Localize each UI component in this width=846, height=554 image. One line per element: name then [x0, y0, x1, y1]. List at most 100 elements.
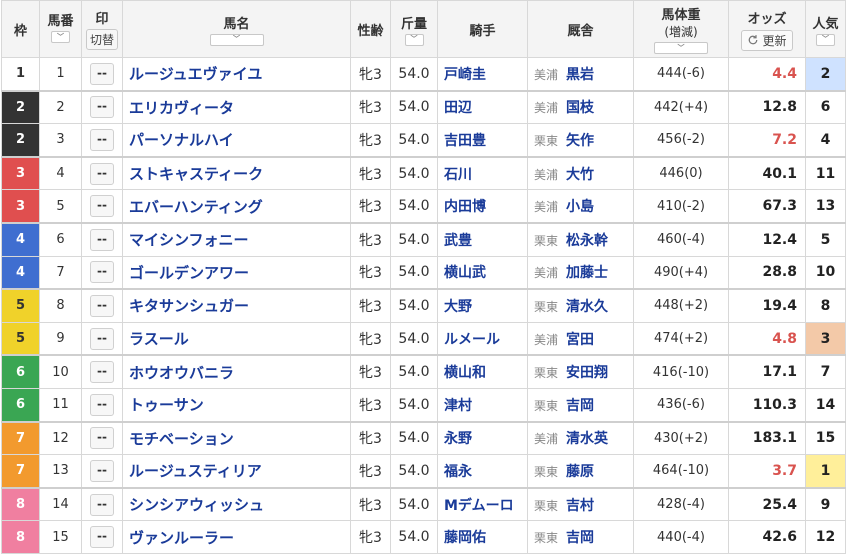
- horse-cell: マイシンフォニー: [122, 221, 351, 257]
- popularity-cell: 13: [805, 189, 846, 224]
- header-body-weight-label: 馬体重: [661, 8, 701, 23]
- trainer-link[interactable]: 黒岩: [566, 67, 594, 83]
- horse-name-link[interactable]: エバーハンティング: [129, 198, 263, 216]
- mark-button[interactable]: --: [90, 128, 114, 151]
- mark-button[interactable]: --: [90, 294, 114, 317]
- jockey-link[interactable]: 横山和: [444, 365, 486, 381]
- jockey-link[interactable]: 永野: [444, 431, 472, 447]
- waku-cell: 7: [1, 420, 40, 456]
- sort-popularity-icon[interactable]: ﹀: [816, 33, 835, 46]
- horse-name-link[interactable]: ルージュエヴァイユ: [129, 65, 262, 83]
- trainer-link[interactable]: 藤原: [566, 464, 594, 480]
- horse-name-link[interactable]: ルージュスティリア: [129, 462, 262, 480]
- refresh-label: 更新: [762, 33, 787, 48]
- header-umaban[interactable]: 馬番 ﹀: [39, 0, 82, 58]
- jockey-link[interactable]: 大野: [444, 299, 472, 315]
- header-body-weight[interactable]: 馬体重 (増減) ﹀: [633, 0, 729, 58]
- mark-button[interactable]: --: [90, 459, 114, 482]
- mark-cell: --: [81, 486, 123, 522]
- odds-cell: 25.4: [728, 486, 806, 522]
- sort-horse-icon[interactable]: ﹀: [209, 33, 264, 46]
- header-weight[interactable]: 斤量 ﹀: [390, 0, 438, 58]
- horse-name-link[interactable]: ストキャスティーク: [129, 165, 263, 183]
- jockey-link[interactable]: 内田博: [444, 199, 486, 215]
- trainer-link[interactable]: 清水英: [566, 431, 608, 447]
- trainer-link[interactable]: 吉岡: [566, 530, 594, 546]
- trainer-link[interactable]: 国枝: [566, 100, 594, 116]
- mark-button[interactable]: --: [90, 393, 114, 416]
- jockey-link[interactable]: 石川: [444, 167, 472, 183]
- jockey-link[interactable]: 武豊: [444, 233, 472, 249]
- mark-button[interactable]: --: [90, 361, 114, 384]
- jockey-link[interactable]: 藤岡佑: [444, 530, 486, 546]
- trainer-link[interactable]: 吉岡: [566, 398, 594, 414]
- stable-cell: 美浦 宮田: [527, 321, 634, 356]
- mark-cell: --: [81, 387, 123, 423]
- sexage-cell: 牝3: [350, 387, 391, 423]
- trainer-link[interactable]: 安田翔: [566, 365, 608, 381]
- header-popularity[interactable]: 人気 ﹀: [805, 0, 846, 58]
- horse-name-link[interactable]: パーソナルハイ: [129, 131, 234, 149]
- umaban-cell: 15: [39, 520, 82, 554]
- jockey-link[interactable]: 田辺: [444, 100, 472, 116]
- horse-name-link[interactable]: ゴールデンアワー: [129, 264, 249, 282]
- trainer-link[interactable]: 加藤士: [566, 265, 608, 281]
- trainer-link[interactable]: 清水久: [566, 299, 608, 315]
- jockey-link[interactable]: 戸崎圭: [444, 67, 486, 83]
- mark-button[interactable]: --: [90, 427, 114, 450]
- trainer-link[interactable]: 宮田: [566, 332, 594, 348]
- mark-button[interactable]: --: [90, 493, 114, 516]
- horse-name-link[interactable]: ホウオウバニラ: [129, 364, 234, 382]
- mark-button[interactable]: --: [90, 228, 114, 251]
- jockey-cell: 石川: [437, 155, 528, 191]
- header-horse[interactable]: 馬名 ﹀: [122, 0, 351, 58]
- horse-name-link[interactable]: モチベーション: [129, 430, 234, 448]
- jockey-link[interactable]: 横山武: [444, 265, 486, 281]
- jockey-link[interactable]: ルメール: [444, 332, 500, 348]
- horse-cell: パーソナルハイ: [122, 123, 351, 158]
- sort-umaban-icon[interactable]: ﹀: [51, 31, 70, 43]
- stable-region: 美浦: [534, 167, 559, 182]
- jockey-cell: 吉田豊: [437, 123, 528, 158]
- popularity-cell: 3: [805, 321, 846, 356]
- mark-button[interactable]: --: [90, 261, 114, 284]
- sort-body-weight-icon[interactable]: ﹀: [654, 42, 708, 54]
- refresh-odds-button[interactable]: 更新: [741, 29, 793, 51]
- mark-toggle-button[interactable]: 切替: [85, 29, 118, 50]
- horse-name-link[interactable]: トゥーサン: [129, 396, 204, 414]
- body-weight-cell: 428(-4): [633, 486, 729, 522]
- header-row: 枠 馬番 ﹀ 印 切替 馬名 ﹀ 性齢 斤量 ﹀ 騎手 厩舎 馬体重 (増減) …: [1, 0, 846, 58]
- trainer-link[interactable]: 大竹: [566, 167, 594, 183]
- trainer-link[interactable]: 松永幹: [566, 233, 608, 249]
- mark-button[interactable]: --: [90, 162, 114, 185]
- trainer-link[interactable]: 吉村: [566, 498, 594, 514]
- jockey-link[interactable]: Mデムーロ: [444, 498, 514, 514]
- horse-name-link[interactable]: ヴァンルーラー: [129, 529, 234, 547]
- table-row: 2 2 -- エリカヴィータ 牝3 54.0 田辺 美浦 国枝 442(+4) 1…: [1, 89, 846, 125]
- waku-cell: 7: [1, 454, 40, 489]
- sort-weight-icon[interactable]: ﹀: [404, 33, 424, 46]
- mark-button[interactable]: --: [90, 327, 114, 350]
- horse-cell: ヴァンルーラー: [122, 520, 351, 554]
- jockey-link[interactable]: 福永: [444, 464, 472, 480]
- horse-name-link[interactable]: シンシアウィッシュ: [129, 496, 264, 514]
- jockey-cell: 永野: [437, 420, 528, 456]
- trainer-link[interactable]: 小島: [566, 199, 594, 215]
- jockey-link[interactable]: 津村: [444, 398, 472, 414]
- horse-name-link[interactable]: ラスール: [129, 330, 189, 348]
- jockey-link[interactable]: 吉田豊: [444, 133, 486, 149]
- mark-button[interactable]: --: [90, 195, 114, 218]
- weight-cell: 54.0: [390, 89, 438, 125]
- mark-button[interactable]: --: [90, 526, 114, 549]
- horse-cell: ストキャスティーク: [122, 155, 351, 191]
- horse-name-link[interactable]: エリカヴィータ: [129, 99, 234, 117]
- horse-name-link[interactable]: マイシンフォニー: [129, 231, 249, 249]
- sexage-cell: 牝3: [350, 221, 391, 257]
- mark-button[interactable]: --: [90, 62, 114, 85]
- trainer-link[interactable]: 矢作: [566, 133, 594, 149]
- waku-cell: 5: [1, 288, 40, 323]
- sexage-cell: 牝3: [350, 420, 391, 456]
- odds-cell: 12.8: [728, 89, 806, 125]
- horse-name-link[interactable]: キタサンシュガー: [129, 297, 249, 315]
- mark-button[interactable]: --: [90, 96, 114, 119]
